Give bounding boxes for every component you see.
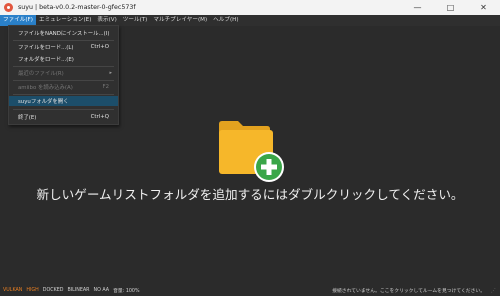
menu-separator [13,109,114,110]
menu-install-to-nand-label: ファイルをNANDにインストール...(I) [18,31,110,37]
submenu-arrow-icon: ▸ [109,70,112,76]
menu-install-to-nand[interactable]: ファイルをNANDにインストール...(I) [9,28,118,38]
status-filter[interactable]: BILINEAR [67,288,89,293]
file-menu-dropdown: ファイルをNANDにインストール...(I) ファイルをロード...(L) Ct… [8,25,119,125]
room-status[interactable]: 接続されていません。ここをクリックしてルームを見つけてください。 [332,287,485,294]
menu-load-amiibo-shortcut: F2 [102,84,109,90]
menu-exit[interactable]: 終了(E) Ctrl+Q [9,112,118,122]
suyu-app-icon [4,3,13,12]
menu-load-file-label: ファイルをロード...(L) [18,45,74,51]
folder-plus-icon [219,121,284,182]
menu-separator [13,66,114,67]
add-game-folder-button[interactable] [218,120,288,182]
menu-load-file-shortcut: Ctrl+O [90,44,109,50]
menu-load-amiibo-label: amiibo を読み込み(A) [18,85,73,91]
maximize-button[interactable]: □ [434,0,467,15]
status-volume[interactable]: 音量: 100% [113,287,139,294]
menu-load-folder-label: フォルダをロード...(E) [18,57,74,63]
menu-exit-shortcut: Ctrl+Q [90,114,109,120]
menu-load-amiibo: amiibo を読み込み(A) F2 [9,82,118,92]
menu-separator [13,80,114,81]
close-button[interactable]: ✕ [467,0,500,15]
menu-load-file[interactable]: ファイルをロード...(L) Ctrl+O [9,42,118,52]
menu-exit-label: 終了(E) [18,115,37,121]
status-bar: VULKAN HIGH DOCKED BILINEAR NO AA 音量: 10… [0,285,500,296]
menu-multiplayer[interactable]: マルチプレイヤー(M) [150,15,210,26]
menu-open-suyu-folder-label: suyuフォルダを開く [18,99,69,105]
menu-open-suyu-folder[interactable]: suyuフォルダを開く [9,96,118,106]
menu-recent-files-label: 最近のファイル(R) [18,71,64,77]
menu-tools[interactable]: ツール(T) [120,15,151,26]
resize-grip-icon[interactable]: ⋰ [491,288,496,294]
menu-help[interactable]: ヘルプ(H) [210,15,241,26]
menu-load-folder[interactable]: フォルダをロード...(E) [9,54,118,64]
menu-separator [13,94,114,95]
title-bar: suyu | beta-v0.0.2-master-0-gfec573f — □… [0,0,500,15]
window-title: suyu | beta-v0.0.2-master-0-gfec573f [18,4,136,11]
minimize-button[interactable]: — [401,0,434,15]
menu-recent-files: 最近のファイル(R) ▸ [9,68,118,78]
menu-separator [13,40,114,41]
status-accuracy[interactable]: HIGH [26,288,38,293]
window-controls: — □ ✕ [401,0,500,15]
add-folder-hint[interactable]: 新しいゲームリストフォルダを追加するにはダブルクリックしてください。 [0,184,500,203]
status-aa[interactable]: NO AA [94,288,110,293]
status-dock-mode[interactable]: DOCKED [43,288,64,293]
status-graphics-api[interactable]: VULKAN [3,288,22,293]
